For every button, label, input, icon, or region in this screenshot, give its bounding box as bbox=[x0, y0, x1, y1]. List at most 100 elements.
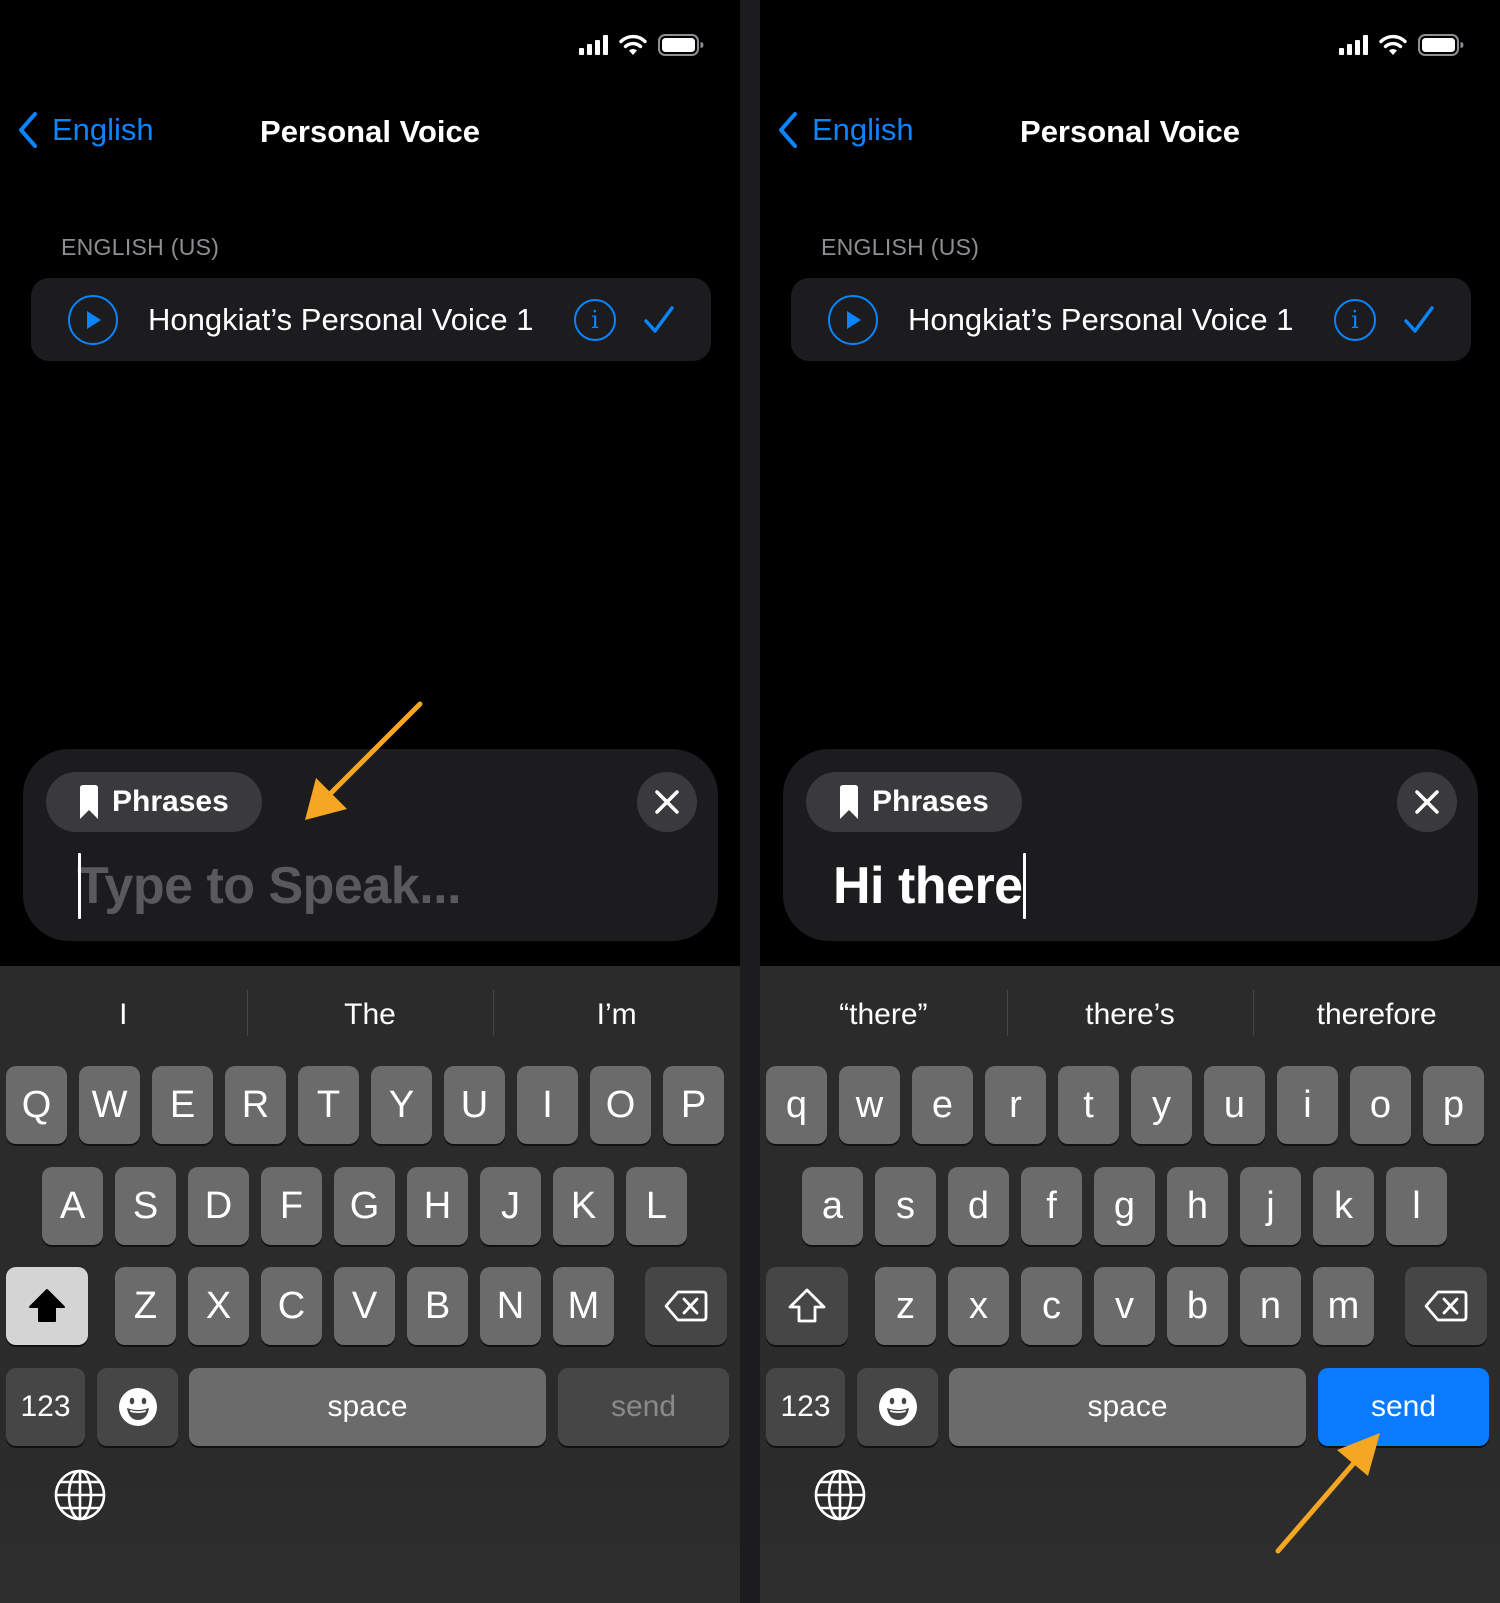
key-a[interactable]: A bbox=[42, 1167, 103, 1245]
delete-key[interactable] bbox=[645, 1267, 727, 1345]
key-j[interactable]: J bbox=[480, 1167, 541, 1245]
key-e[interactable]: e bbox=[912, 1066, 973, 1144]
key-z[interactable]: z bbox=[875, 1267, 936, 1345]
voice-list-item[interactable]: Hongkiat’s Personal Voice 1 i bbox=[791, 278, 1471, 361]
suggestion-item[interactable]: The bbox=[246, 988, 494, 1042]
key-q[interactable]: Q bbox=[6, 1066, 67, 1144]
key-s[interactable]: s bbox=[875, 1167, 936, 1245]
input-placeholder: Type to Speak... bbox=[77, 857, 462, 915]
key-r[interactable]: r bbox=[985, 1066, 1046, 1144]
section-header: ENGLISH (US) bbox=[61, 234, 220, 260]
key-b[interactable]: b bbox=[1167, 1267, 1228, 1345]
key-z[interactable]: Z bbox=[115, 1267, 176, 1345]
text-caret bbox=[1022, 853, 1026, 919]
suggestion-item[interactable]: “there” bbox=[760, 988, 1007, 1042]
key-h[interactable]: h bbox=[1167, 1167, 1228, 1245]
space-key[interactable]: space bbox=[189, 1368, 546, 1446]
text-caret bbox=[78, 853, 81, 919]
key-g[interactable]: G bbox=[334, 1167, 395, 1245]
key-u[interactable]: U bbox=[444, 1066, 505, 1144]
key-o[interactable]: o bbox=[1350, 1066, 1411, 1144]
key-x[interactable]: X bbox=[188, 1267, 249, 1345]
input-value: Hi there bbox=[833, 857, 1023, 915]
key-a[interactable]: a bbox=[802, 1167, 863, 1245]
key-i[interactable]: i bbox=[1277, 1066, 1338, 1144]
phone-screen-before: English Personal Voice ENGLISH (US) Hong… bbox=[0, 0, 740, 1603]
key-l[interactable]: l bbox=[1386, 1167, 1447, 1245]
key-w[interactable]: w bbox=[839, 1066, 900, 1144]
key-g[interactable]: g bbox=[1094, 1167, 1155, 1245]
key-i[interactable]: I bbox=[517, 1066, 578, 1144]
key-b[interactable]: B bbox=[407, 1267, 468, 1345]
shift-key[interactable] bbox=[766, 1267, 848, 1345]
key-k[interactable]: k bbox=[1313, 1167, 1374, 1245]
key-w[interactable]: W bbox=[79, 1066, 140, 1144]
key-p[interactable]: P bbox=[663, 1066, 724, 1144]
emoji-key[interactable] bbox=[97, 1368, 178, 1446]
key-f[interactable]: f bbox=[1021, 1167, 1082, 1245]
send-key[interactable]: send bbox=[558, 1368, 729, 1446]
suggestion-item[interactable]: therefore bbox=[1253, 988, 1500, 1042]
key-row-3: ZXCVBNM bbox=[0, 1267, 740, 1345]
send-key[interactable]: send bbox=[1318, 1368, 1489, 1446]
key-row-4: 123 space send bbox=[0, 1368, 740, 1446]
key-c[interactable]: c bbox=[1021, 1267, 1082, 1345]
info-button[interactable]: i bbox=[574, 298, 616, 341]
key-p[interactable]: p bbox=[1423, 1066, 1484, 1144]
suggestion-item[interactable]: there’s bbox=[1006, 988, 1254, 1042]
key-y[interactable]: Y bbox=[371, 1066, 432, 1144]
key-m[interactable]: M bbox=[553, 1267, 614, 1345]
suggestion-item[interactable]: I bbox=[0, 988, 247, 1042]
status-bar bbox=[579, 34, 704, 56]
play-button[interactable] bbox=[828, 294, 878, 345]
suggestion-item[interactable]: I’m bbox=[493, 988, 740, 1042]
key-v[interactable]: V bbox=[334, 1267, 395, 1345]
key-r[interactable]: R bbox=[225, 1066, 286, 1144]
play-button[interactable] bbox=[68, 294, 118, 345]
key-m[interactable]: m bbox=[1313, 1267, 1374, 1345]
panel-divider bbox=[740, 0, 760, 1603]
key-n[interactable]: N bbox=[480, 1267, 541, 1345]
close-button[interactable] bbox=[637, 772, 697, 832]
numbers-key[interactable]: 123 bbox=[766, 1368, 845, 1446]
emoji-icon bbox=[878, 1388, 917, 1426]
globe-icon[interactable] bbox=[54, 1469, 106, 1521]
info-button[interactable]: i bbox=[1334, 298, 1376, 341]
key-q[interactable]: q bbox=[766, 1066, 827, 1144]
key-u[interactable]: u bbox=[1204, 1066, 1265, 1144]
key-f[interactable]: F bbox=[261, 1167, 322, 1245]
key-t[interactable]: t bbox=[1058, 1066, 1119, 1144]
predictive-bar: I The I’m bbox=[0, 988, 740, 1042]
key-o[interactable]: O bbox=[590, 1066, 651, 1144]
globe-icon[interactable] bbox=[814, 1469, 866, 1521]
key-d[interactable]: D bbox=[188, 1167, 249, 1245]
key-d[interactable]: d bbox=[948, 1167, 1009, 1245]
key-c[interactable]: C bbox=[261, 1267, 322, 1345]
type-to-speak-input[interactable]: Type to Speak... bbox=[73, 853, 673, 919]
navigation-bar: English Personal Voice bbox=[0, 108, 740, 158]
key-k[interactable]: K bbox=[553, 1167, 614, 1245]
close-icon bbox=[655, 790, 679, 814]
key-e[interactable]: E bbox=[152, 1066, 213, 1144]
numbers-key[interactable]: 123 bbox=[6, 1368, 85, 1446]
delete-key[interactable] bbox=[1405, 1267, 1487, 1345]
key-n[interactable]: n bbox=[1240, 1267, 1301, 1345]
key-x[interactable]: x bbox=[948, 1267, 1009, 1345]
key-s[interactable]: S bbox=[115, 1167, 176, 1245]
voice-list-item[interactable]: Hongkiat’s Personal Voice 1 i bbox=[31, 278, 711, 361]
phrases-button[interactable]: Phrases bbox=[46, 772, 262, 832]
keyboard: “there” there’s therefore qwertyuiop asd… bbox=[760, 966, 1500, 1603]
key-l[interactable]: L bbox=[626, 1167, 687, 1245]
key-j[interactable]: j bbox=[1240, 1167, 1301, 1245]
phrases-button[interactable]: Phrases bbox=[806, 772, 1022, 832]
type-to-speak-input[interactable]: Hi there bbox=[833, 853, 1433, 919]
space-key[interactable]: space bbox=[949, 1368, 1306, 1446]
shift-key[interactable] bbox=[6, 1267, 88, 1345]
key-t[interactable]: T bbox=[298, 1066, 359, 1144]
key-h[interactable]: H bbox=[407, 1167, 468, 1245]
phrases-label: Phrases bbox=[112, 785, 229, 818]
emoji-key[interactable] bbox=[857, 1368, 938, 1446]
key-v[interactable]: v bbox=[1094, 1267, 1155, 1345]
key-y[interactable]: y bbox=[1131, 1066, 1192, 1144]
close-button[interactable] bbox=[1397, 772, 1457, 832]
